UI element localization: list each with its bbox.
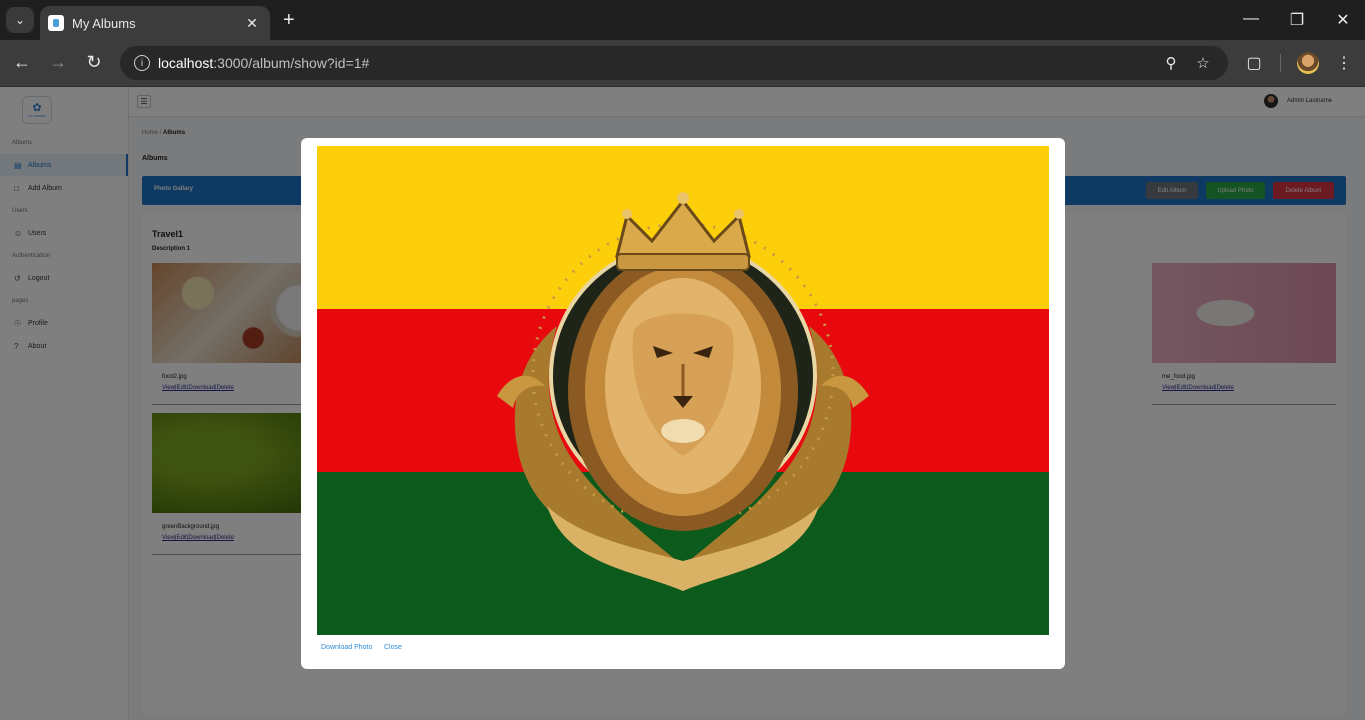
- lion-crest-emblem: [497, 192, 869, 591]
- forward-arrow-icon[interactable]: →: [47, 52, 69, 73]
- tab-search-chevron-icon[interactable]: ⌄: [6, 7, 34, 33]
- browser-tab[interactable]: My Albums ✕: [40, 6, 270, 40]
- toolbar-separator: [1280, 54, 1281, 72]
- reload-icon[interactable]: ↻: [83, 52, 105, 73]
- site-info-icon[interactable]: i: [134, 55, 150, 71]
- back-arrow-icon[interactable]: ←: [11, 52, 33, 73]
- url-text: localhost:3000/album/show?id=1#: [158, 55, 370, 71]
- address-bar[interactable]: i localhost:3000/album/show?id=1# ⚲ ☆: [120, 46, 1228, 80]
- new-tab-plus-icon[interactable]: +: [283, 9, 295, 32]
- profile-avatar[interactable]: [1297, 52, 1319, 74]
- close-modal-link[interactable]: Close: [384, 644, 402, 651]
- photo-viewer-modal: Download Photo Close: [301, 138, 1065, 669]
- window-close-icon[interactable]: ✕: [1333, 10, 1353, 30]
- menu-dots-icon[interactable]: ⋮: [1334, 53, 1354, 73]
- favicon-icon: [48, 15, 64, 31]
- minimize-icon[interactable]: —: [1241, 10, 1261, 28]
- browser-tab-bar: ⌄ My Albums ✕ + — ❐ ✕: [0, 0, 1365, 40]
- browser-toolbar: ← → ↻ i localhost:3000/album/show?id=1# …: [0, 40, 1365, 87]
- tab-title: My Albums: [72, 15, 136, 31]
- bookmark-star-icon[interactable]: ☆: [1194, 54, 1212, 72]
- download-photo-link[interactable]: Download Photo: [321, 644, 372, 651]
- restore-icon[interactable]: ❐: [1287, 10, 1307, 30]
- tab-close-icon[interactable]: ✕: [244, 15, 260, 32]
- extensions-puzzle-icon[interactable]: ▢: [1244, 53, 1264, 73]
- modal-photo: [317, 146, 1049, 635]
- zoom-icon[interactable]: ⚲: [1162, 54, 1180, 72]
